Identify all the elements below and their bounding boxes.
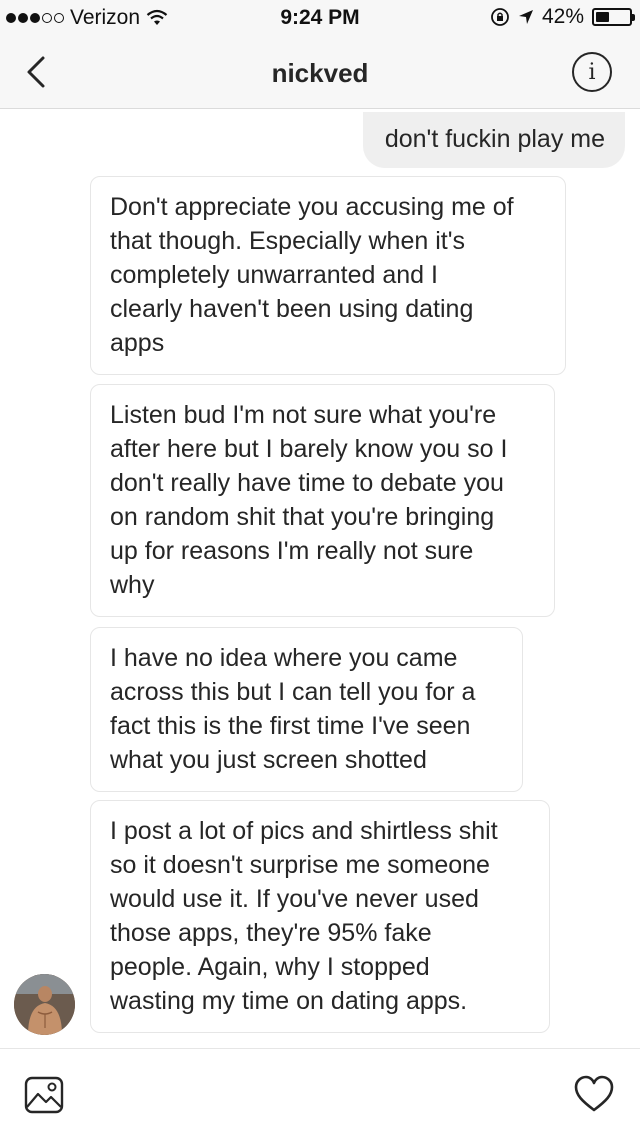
message-line: across this but I can tell you for a [110, 678, 476, 706]
message-line: don't really have time to debate you [110, 469, 504, 497]
message-line: would use it. If you've never used [110, 885, 479, 913]
battery-level [596, 12, 610, 22]
message-composer [0, 1048, 640, 1139]
received-message[interactable]: Don't appreciate you accusing me of that… [90, 176, 566, 375]
status-bar: Verizon 9:24 PM 42% [0, 0, 640, 36]
battery-percent: 42% [541, 5, 584, 28]
message-line: after here but I barely know you so I [110, 435, 508, 463]
message-line: people. Again, why I stopped [110, 953, 430, 981]
image-gallery-icon[interactable] [24, 1075, 64, 1115]
message-line: I post a lot of pics and shirtless shit [110, 817, 498, 845]
message-line: Listen bud I'm not sure what you're [110, 401, 497, 429]
status-right: 42% [490, 5, 635, 29]
message-line: why [110, 571, 155, 599]
message-thread[interactable]: don't fuckin play me Don't appreciate yo… [0, 108, 640, 1048]
sent-message[interactable]: don't fuckin play me [362, 112, 625, 168]
message-line: wasting my time on dating apps. [110, 987, 468, 1015]
avatar-photo-icon [14, 974, 75, 1035]
battery-icon [592, 8, 635, 26]
received-message[interactable]: I have no idea where you came across thi… [90, 627, 523, 792]
orientation-lock-icon [491, 8, 509, 26]
message-line: apps [110, 329, 165, 357]
message-line: clearly haven't been using dating [110, 295, 474, 323]
avatar[interactable] [14, 974, 75, 1035]
conversation-header: nickved i [0, 36, 640, 109]
location-arrow-icon [518, 10, 533, 24]
message-text: don't fuckin play me [384, 125, 605, 153]
message-line: up for reasons I'm really not sure [110, 537, 474, 565]
message-line: on random shit that you're bringing [110, 503, 495, 531]
message-line: what you just screen shotted [110, 746, 427, 774]
received-message[interactable]: Listen bud I'm not sure what you're afte… [90, 384, 555, 617]
info-icon: i [588, 59, 596, 85]
message-line: so it doesn't surprise me someone [110, 851, 490, 879]
message-line: those apps, they're 95% fake [110, 919, 432, 947]
message-line: completely unwarranted and I [110, 261, 438, 289]
message-line: fact this is the first time I've seen [110, 712, 471, 740]
conversation-title[interactable]: nickved [0, 58, 640, 89]
message-line: Don't appreciate you accusing me of [110, 193, 514, 221]
message-line: that though. Especially when it's [110, 227, 465, 255]
heart-icon[interactable] [574, 1075, 614, 1113]
info-button[interactable]: i [572, 52, 612, 92]
message-line: I have no idea where you came [110, 644, 458, 672]
received-message[interactable]: I post a lot of pics and shirtless shit … [90, 800, 550, 1033]
